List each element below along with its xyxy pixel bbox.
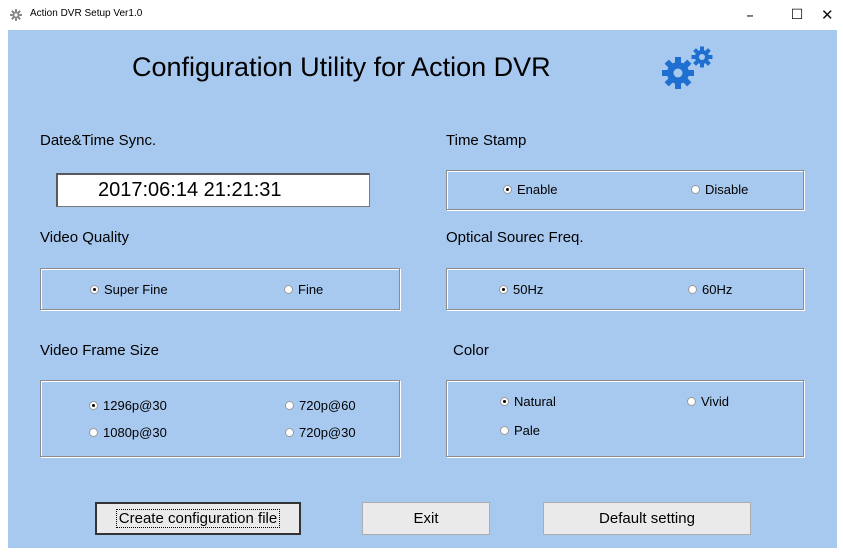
frame-size-720p30-radio[interactable]: 720p@30	[285, 425, 356, 440]
color-vivid-radio[interactable]: Vivid	[687, 394, 729, 409]
frame-size-label: Video Frame Size	[40, 342, 159, 359]
radio-dot	[503, 185, 512, 194]
default-setting-button[interactable]: Default setting	[543, 502, 751, 535]
timestamp-group	[446, 170, 804, 210]
radio-dot	[90, 285, 99, 294]
radio-label: Fine	[298, 282, 324, 297]
radio-dot	[284, 285, 293, 294]
frame-size-1296p30-radio[interactable]: 1296p@30	[89, 398, 167, 413]
video-quality-superfine-radio[interactable]: Super Fine	[90, 282, 168, 297]
radio-dot	[500, 397, 509, 406]
radio-dot	[688, 285, 697, 294]
video-quality-fine-radio[interactable]: Fine	[284, 282, 323, 297]
radio-label: 720p@60	[299, 398, 356, 413]
radio-label: 1296p@30	[103, 398, 167, 413]
gears-icon	[662, 46, 713, 89]
radio-dot	[500, 426, 509, 435]
radio-dot	[687, 397, 696, 406]
radio-label: Disable	[705, 182, 749, 197]
frame-size-720p60-radio[interactable]: 720p@60	[285, 398, 356, 413]
radio-label: 720p@30	[299, 425, 356, 440]
exit-button[interactable]: Exit	[362, 502, 490, 535]
optical-freq-label: Optical Sourec Freq.	[446, 229, 584, 246]
radio-label: 1080p@30	[103, 425, 167, 440]
button-label: Default setting	[599, 510, 695, 527]
color-natural-radio[interactable]: Natural	[500, 394, 556, 409]
radio-label: Vivid	[701, 394, 729, 409]
maximize-button[interactable]: ☐	[774, 0, 820, 30]
radio-label: Pale	[514, 423, 541, 438]
radio-dot	[89, 401, 98, 410]
close-button[interactable]: ✕	[821, 0, 843, 30]
timestamp-disable-radio[interactable]: Disable	[691, 182, 748, 197]
frame-size-1080p30-radio[interactable]: 1080p@30	[89, 425, 167, 440]
create-config-button[interactable]: Create configuration file	[95, 502, 301, 535]
datetime-field[interactable]: 2017:06:14 21:21:31	[56, 173, 370, 207]
radio-dot	[691, 185, 700, 194]
timestamp-label: Time Stamp	[446, 132, 527, 149]
color-label: Color	[453, 342, 489, 359]
radio-dot	[285, 401, 294, 410]
color-pale-radio[interactable]: Pale	[500, 423, 540, 438]
radio-label: Super Fine	[104, 282, 168, 297]
optical-freq-50hz-radio[interactable]: 50Hz	[499, 282, 543, 297]
radio-dot	[285, 428, 294, 437]
radio-label: Enable	[517, 182, 558, 197]
minimize-button[interactable]: –	[727, 0, 773, 30]
radio-dot	[89, 428, 98, 437]
radio-label: 60Hz	[702, 282, 733, 297]
button-label: Exit	[413, 510, 439, 527]
timestamp-enable-radio[interactable]: Enable	[503, 182, 557, 197]
radio-dot	[499, 285, 508, 294]
radio-label: Natural	[514, 394, 556, 409]
datetime-label: Date&Time Sync.	[40, 132, 157, 149]
color-group	[446, 380, 804, 457]
window-title: Action DVR Setup Ver1.0	[30, 8, 143, 19]
title-bar: Action DVR Setup Ver1.0 – ☐ ✕	[0, 0, 843, 30]
video-quality-label: Video Quality	[40, 229, 129, 246]
button-label: Create configuration file	[115, 509, 281, 528]
radio-label: 50Hz	[513, 282, 544, 297]
optical-freq-60hz-radio[interactable]: 60Hz	[688, 282, 732, 297]
page-title: Configuration Utility for Action DVR	[132, 52, 551, 82]
gear-icon	[10, 9, 22, 21]
frame-size-group	[40, 380, 400, 457]
